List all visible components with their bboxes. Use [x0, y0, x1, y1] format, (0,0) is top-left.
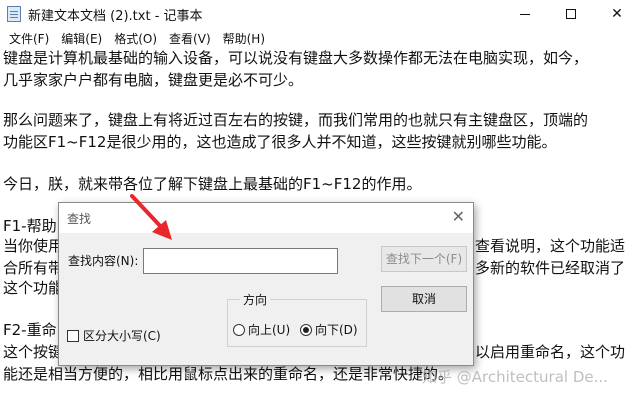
- menu-edit[interactable]: 编辑(E): [56, 30, 107, 47]
- match-case-label: 区分大小写(C): [83, 329, 161, 343]
- minimize-icon: [520, 13, 530, 15]
- text-line: F1-帮助: [3, 217, 57, 235]
- text-line: 功能区F1~F12是很少用的，这也造成了很多人并不知道，这些按键就别哪些功能。: [3, 133, 557, 151]
- window-title: 新建文本文档 (2).txt - 记事本: [28, 9, 203, 24]
- find-input[interactable]: [143, 248, 338, 274]
- direction-group: 方向 向上(U) 向下(D): [227, 291, 367, 347]
- text-line: 合所有带: [3, 259, 64, 277]
- dialog-title: 查找: [67, 212, 92, 226]
- text-line-fragment: 查看说明，这个功能适: [475, 237, 626, 255]
- text-line: 几乎家家户户都有电脑，键盘更是必不可少。: [3, 71, 304, 89]
- radio-down-circle[interactable]: [300, 323, 312, 336]
- text-line: 能还是相当方便的，相比用鼠标点出来的重命名，还是非常快捷的。: [3, 365, 454, 383]
- menu-file[interactable]: 文件(F): [4, 30, 54, 47]
- find-next-button[interactable]: 查找下一个(F): [381, 246, 467, 272]
- watermark: 知乎 @Architectural De...: [422, 368, 608, 386]
- notepad-icon: [7, 6, 21, 22]
- match-case-box[interactable]: [67, 329, 79, 342]
- find-label: 查找内容(N):: [68, 254, 139, 268]
- direction-down-radio[interactable]: 向下(D): [300, 321, 358, 338]
- menu-view[interactable]: 查看(V): [164, 30, 216, 47]
- direction-up-radio[interactable]: 向上(U): [233, 321, 290, 338]
- dialog-close-icon[interactable]: ✕: [452, 207, 465, 226]
- menu-format[interactable]: 格式(O): [109, 30, 162, 47]
- find-dialog: 查找 ✕ 查找内容(N): 查找下一个(F) 取消 方向 向上(U) 向下(D)…: [58, 202, 474, 366]
- minimize-button[interactable]: [502, 0, 548, 28]
- menu-bar: 文件(F) 编辑(E) 格式(O) 查看(V) 帮助(H): [0, 28, 640, 48]
- direction-down-label: 向下(D): [315, 323, 358, 337]
- text-line: 这个按键: [3, 343, 64, 361]
- text-line: 今日，朕，就来带各位了解下键盘上最基础的F1~F12的作用。: [3, 175, 422, 193]
- text-line: 这个功能: [3, 279, 64, 297]
- text-line-fragment: 多新的软件已经取消了: [475, 259, 626, 277]
- text-line: F2-重命: [3, 321, 57, 339]
- text-line-fragment: 以启用重命名，这个功: [475, 343, 626, 361]
- close-icon: ✕: [611, 6, 623, 22]
- title-bar: 新建文本文档 (2).txt - 记事本 ✕: [0, 0, 640, 28]
- text-line: 键盘是计算机最基础的输入设备，可以说没有键盘大多数操作都无法在电脑实现，如今，: [3, 49, 589, 67]
- match-case-checkbox[interactable]: 区分大小写(C): [67, 327, 161, 344]
- maximize-icon: [566, 9, 576, 19]
- radio-up-circle[interactable]: [233, 323, 245, 336]
- menu-help[interactable]: 帮助(H): [218, 30, 270, 47]
- text-line: 那么问题来了，键盘上有将近过百左右的按键，而我们常用的也就只有主键盘区，顶端的: [3, 111, 589, 129]
- cancel-button[interactable]: 取消: [381, 286, 467, 312]
- close-button[interactable]: ✕: [594, 0, 640, 28]
- direction-label: 方向: [240, 291, 271, 308]
- direction-up-label: 向上(U): [248, 323, 291, 337]
- maximize-button[interactable]: [548, 0, 594, 28]
- dialog-title-bar[interactable]: 查找 ✕: [59, 203, 473, 233]
- text-line: 当你使用: [3, 237, 64, 255]
- annotation-arrow-icon: [130, 194, 172, 240]
